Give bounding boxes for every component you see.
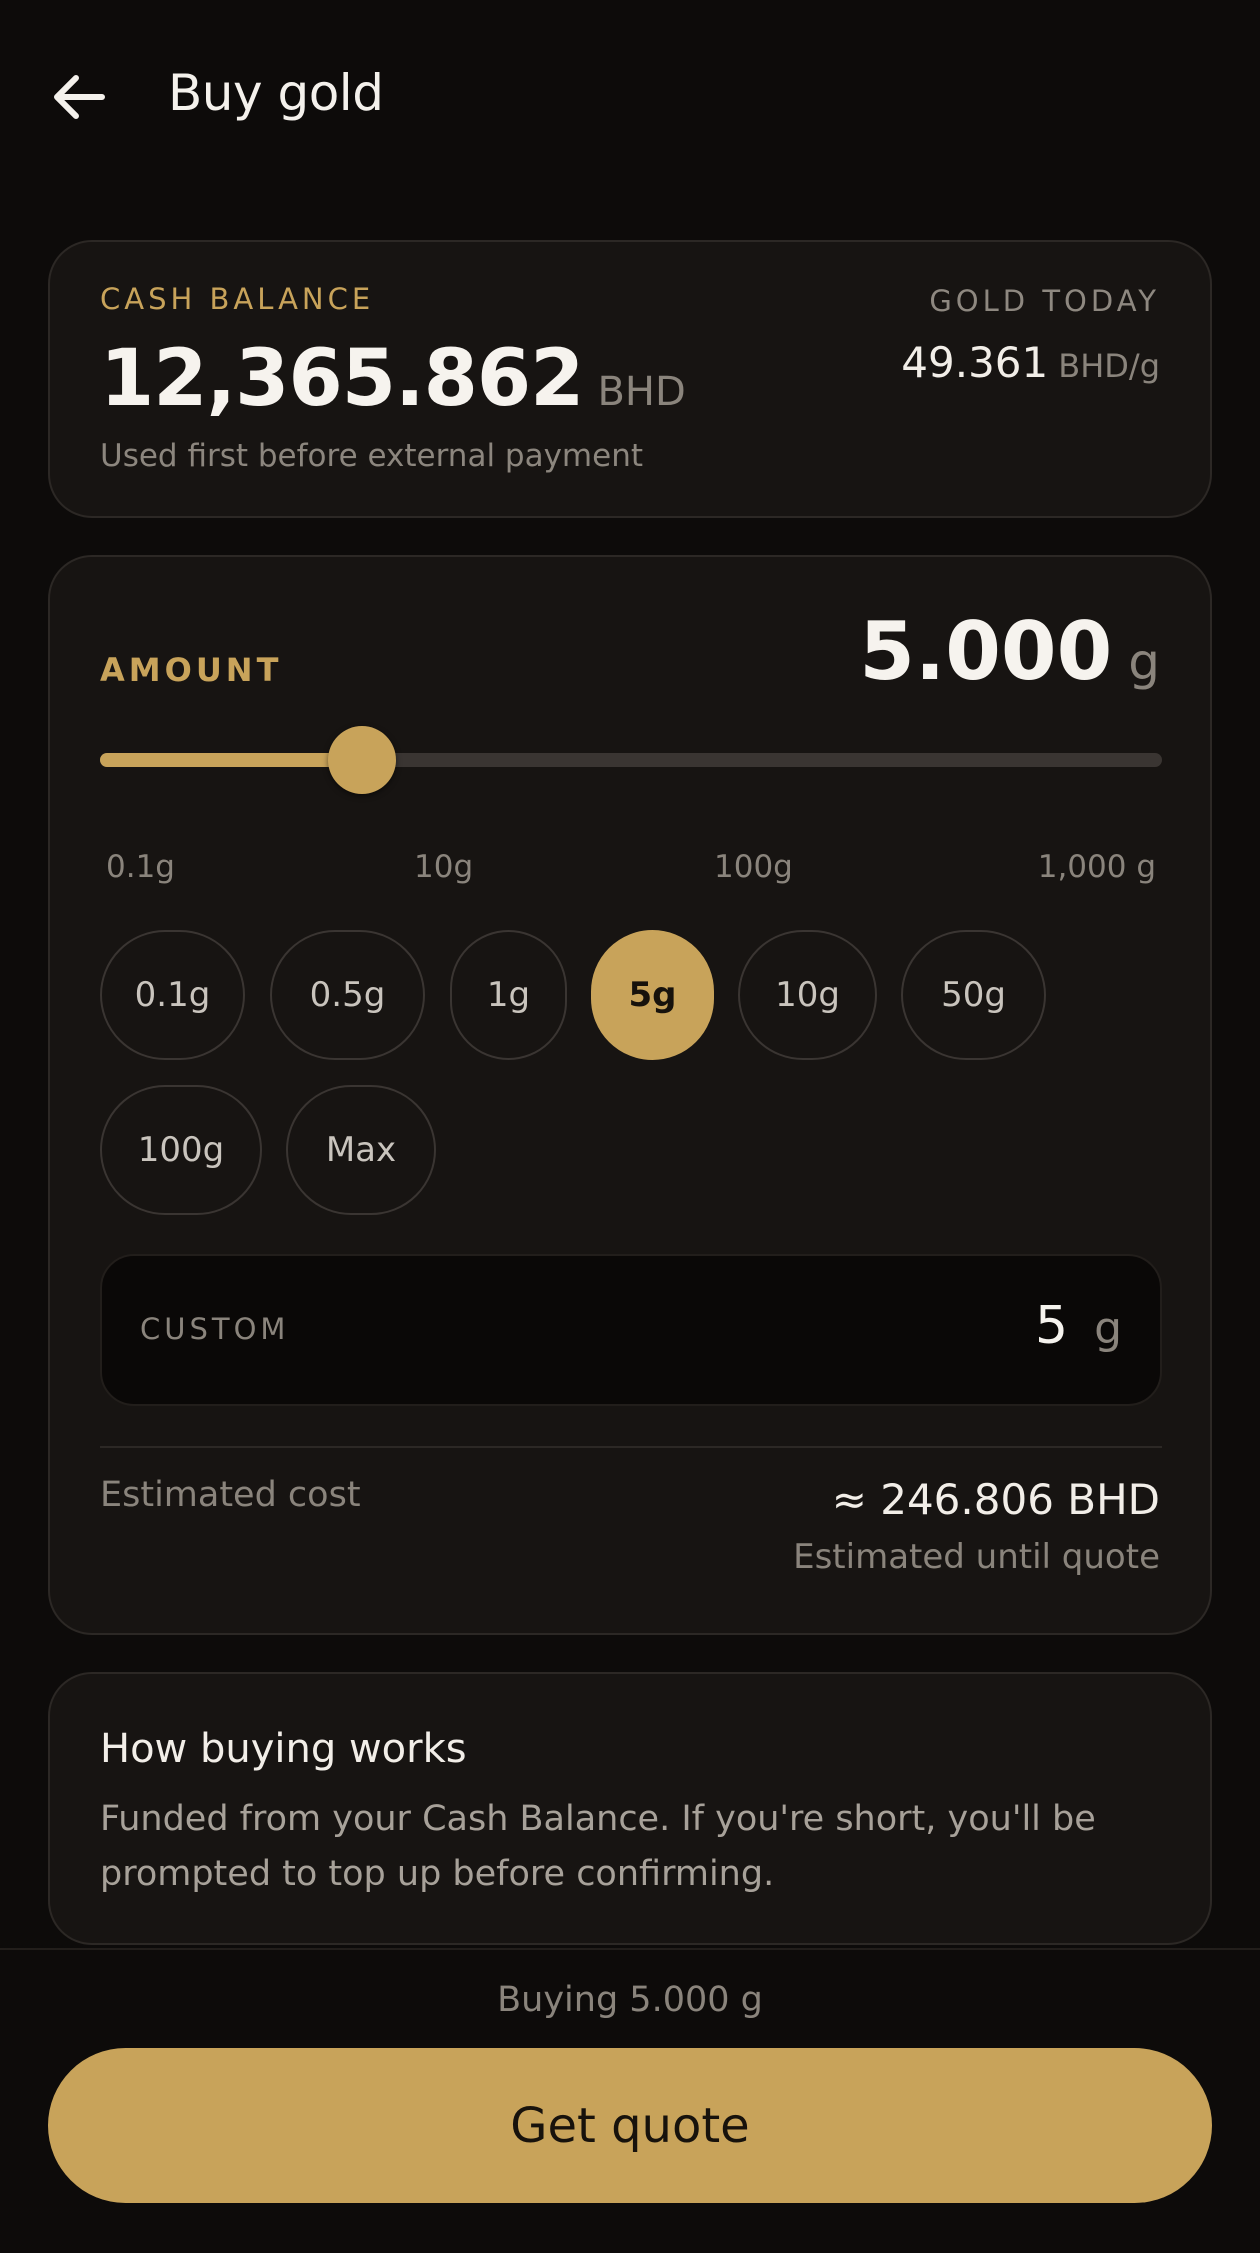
balance-card: CASH BALANCE 12,365.862 BHD Used first b…	[48, 240, 1212, 518]
slider-thumb[interactable]	[328, 726, 397, 794]
header: Buy gold	[0, 0, 1260, 195]
buy-gold-screen: Buy gold CASH BALANCE 12,365.862 BHD Use…	[0, 0, 1260, 2253]
cash-balance-value: 12,365.862	[100, 334, 584, 424]
estimated-cost-value: ≈ 246.806 BHD	[831, 1475, 1160, 1524]
divider	[100, 1446, 1162, 1448]
gold-price-value: 49.361	[901, 338, 1049, 387]
chip-50g[interactable]: 50g	[901, 930, 1046, 1060]
cash-balance-unit: BHD	[597, 369, 686, 415]
custom-unit: g	[1094, 1303, 1122, 1354]
slider-tick-min: 0.1g	[106, 849, 175, 885]
cash-balance-label: CASH BALANCE	[100, 282, 375, 316]
chip-10g[interactable]: 10g	[738, 930, 877, 1060]
slider-fill	[100, 753, 363, 767]
how-body: Funded from your Cash Balance. If you're…	[100, 1799, 1096, 1894]
amount-unit: g	[1128, 633, 1160, 691]
page-title: Buy gold	[168, 64, 384, 122]
cash-balance-note: Used first before external payment	[100, 438, 643, 474]
chip-5g[interactable]: 5g	[591, 930, 714, 1060]
custom-value-row: 5 g	[1035, 1296, 1122, 1356]
slider-tick-10g: 10g	[414, 849, 474, 885]
cash-balance: 12,365.862 BHD	[100, 334, 686, 424]
how-title: How buying works	[100, 1726, 467, 1772]
estimated-cost-note: Estimated until quote	[793, 1537, 1160, 1577]
amount-value: 5.000	[859, 605, 1113, 698]
slider-tick-100g: 100g	[714, 849, 793, 885]
chip-100g[interactable]: 100g	[100, 1085, 262, 1215]
footer: Buying 5.000 g Get quote	[0, 1948, 1260, 2253]
estimated-cost-label: Estimated cost	[100, 1475, 361, 1515]
arrow-left-icon	[54, 75, 105, 119]
amount-card: AMOUNT 5.000 g 0.1g 10g 100g 1,000 g 0.1…	[48, 555, 1212, 1635]
back-button[interactable]	[44, 62, 114, 132]
amount-label: AMOUNT	[100, 651, 283, 689]
amount-display: 5.000 g	[859, 605, 1160, 698]
custom-amount-field[interactable]: CUSTOM 5 g	[100, 1254, 1162, 1406]
chip-0-1g[interactable]: 0.1g	[100, 930, 245, 1060]
buying-summary: Buying 5.000 g	[497, 1980, 763, 2020]
gold-today-price: 49.361 BHD/g	[901, 338, 1160, 387]
custom-label: CUSTOM	[140, 1312, 290, 1346]
chip-1g[interactable]: 1g	[450, 930, 567, 1060]
how-buying-works-card: How buying works Funded from your Cash B…	[48, 1672, 1212, 1945]
slider-tick-max: 1,000 g	[1037, 849, 1156, 885]
custom-amount-input[interactable]: 5	[1035, 1296, 1068, 1356]
get-quote-button[interactable]: Get quote	[48, 2048, 1212, 2203]
chip-0-5g[interactable]: 0.5g	[270, 930, 425, 1060]
amount-slider[interactable]	[100, 726, 1162, 794]
chip-max[interactable]: Max	[286, 1085, 436, 1215]
gold-today-label: GOLD TODAY	[929, 284, 1160, 318]
gold-price-unit: BHD/g	[1058, 347, 1160, 385]
